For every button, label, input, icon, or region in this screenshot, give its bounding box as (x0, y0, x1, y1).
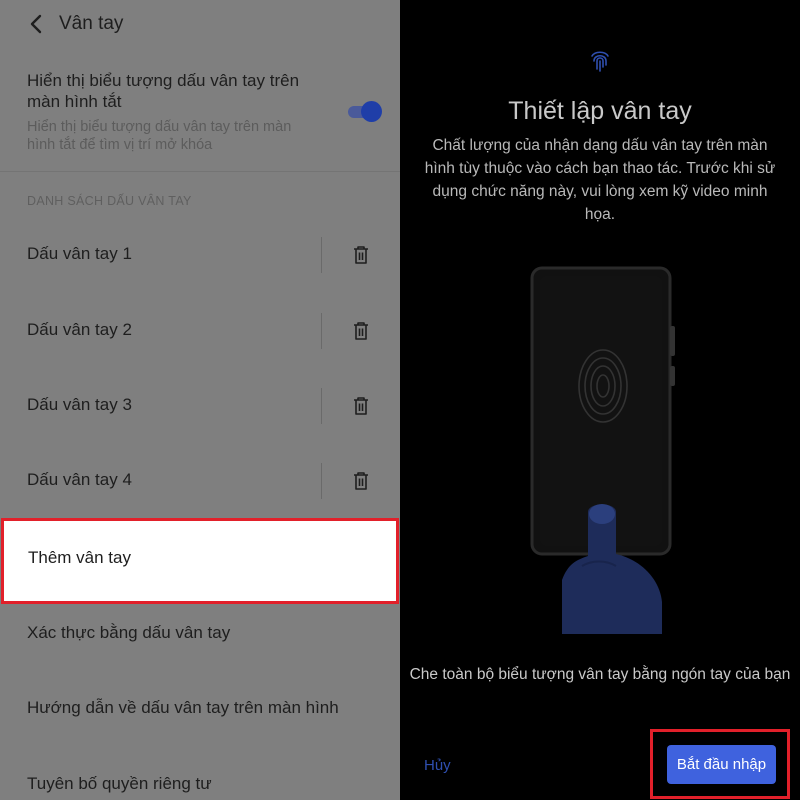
screen-off-setting-title: Hiển thị biểu tượng dấu vân tay trên màn… (27, 71, 300, 111)
trash-icon[interactable] (352, 396, 370, 416)
fingerprint-item-2[interactable]: Dấu vân tay 2 (0, 301, 400, 361)
item-separator (321, 313, 322, 349)
trash-icon[interactable] (352, 321, 370, 341)
item-separator (321, 463, 322, 499)
fingerprint-item-label: Dấu vân tay 3 (27, 395, 132, 414)
fingerprint-item-4[interactable]: Dấu vân tay 4 (0, 451, 400, 511)
add-fingerprint-button[interactable]: Thêm vân tay (1, 518, 399, 604)
page-title: Vân tay (59, 13, 124, 34)
add-fingerprint-label: Thêm vân tay (28, 548, 131, 567)
fingerprint-item-label: Dấu vân tay 2 (27, 320, 132, 339)
trash-icon[interactable] (352, 471, 370, 491)
trash-icon[interactable] (352, 245, 370, 265)
phone-fingerprint-illustration (530, 266, 675, 634)
fingerprint-item-label: Dấu vân tay 1 (27, 244, 132, 263)
screen-fingerprint-guide-item[interactable]: Hướng dẫn về dấu vân tay trên màn hình (27, 698, 339, 718)
item-separator (321, 388, 322, 424)
item-separator (321, 237, 322, 273)
divider (0, 171, 400, 172)
fingerprint-item-1[interactable]: Dấu vân tay 1 (0, 225, 400, 285)
back-arrow-icon[interactable] (28, 14, 44, 34)
fingerprint-list-header: DANH SÁCH DẤU VÂN TAY (27, 194, 192, 208)
fingerprint-item-label: Dấu vân tay 4 (27, 470, 132, 489)
screen-off-setting-description: Hiển thị biểu tượng dấu vân tay trên màn… (27, 119, 292, 153)
fingerprint-icon (591, 51, 609, 72)
app-header: Vân tay (0, 0, 400, 50)
start-enrollment-button[interactable]: Bắt đầu nhập (667, 745, 776, 784)
dialog-description: Chất lượng của nhận dạng dấu vân tay trê… (424, 137, 776, 223)
dialog-hint: Che toàn bộ biểu tượng vân tay bằng ngón… (409, 666, 791, 683)
toggle-knob (361, 101, 382, 122)
privacy-statement-item[interactable]: Tuyên bố quyền riêng tư (27, 774, 212, 794)
fingerprint-verification-item[interactable]: Xác thực bằng dấu vân tay (27, 623, 230, 643)
fingerprint-item-3[interactable]: Dấu vân tay 3 (0, 376, 400, 436)
screen-off-toggle[interactable] (348, 101, 382, 123)
dialog-title: Thiết lập vân tay (508, 97, 692, 125)
fingerprint-settings-panel: Vân tay Hiển thị biểu tượng dấu vân tay … (0, 0, 400, 800)
cancel-button[interactable]: Hủy (424, 757, 451, 774)
